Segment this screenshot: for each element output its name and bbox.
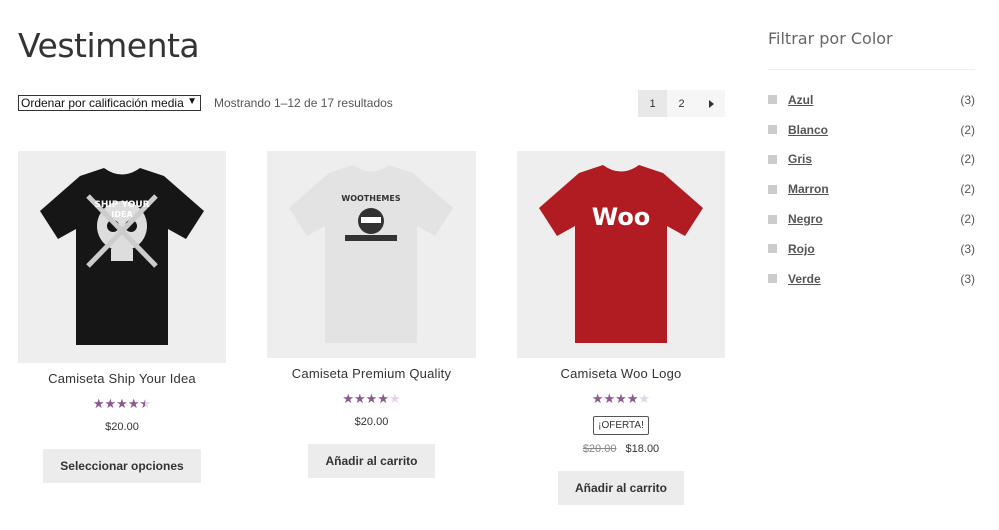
square-icon <box>768 95 777 105</box>
product-name[interactable]: Camiseta Premium Quality <box>267 366 476 381</box>
product-name[interactable]: Camiseta Woo Logo <box>517 366 725 381</box>
square-icon <box>768 244 777 254</box>
sale-badge: ¡OFERTA! <box>593 416 649 435</box>
star-rating: ★★★★★★★★★★ <box>342 391 401 406</box>
select-options-button[interactable]: Seleccionar opciones <box>43 449 201 483</box>
product-image[interactable]: Woo <box>517 151 725 358</box>
filter-label[interactable]: Negro <box>788 212 960 226</box>
svg-text:SHIP YOUR: SHIP YOUR <box>94 200 149 210</box>
square-icon <box>768 125 777 135</box>
svg-text:WOOTHEMES: WOOTHEMES <box>341 194 400 203</box>
product-price: $20.00 <box>105 421 139 433</box>
product-image[interactable]: WOOTHEMES <box>267 151 476 358</box>
filter-count: (2) <box>960 152 975 167</box>
add-to-cart-button[interactable]: Añadir al carrito <box>557 471 685 505</box>
filter-count: (3) <box>960 271 975 286</box>
sort-select-value: Ordenar por calificación media <box>21 96 184 110</box>
filter-label[interactable]: Blanco <box>788 123 960 137</box>
shirt-2-body <box>289 165 453 343</box>
sort-select[interactable]: Ordenar por calificación media ▼ <box>18 95 201 111</box>
square-icon <box>768 154 777 164</box>
filter-label[interactable]: Gris <box>788 152 960 166</box>
square-icon <box>768 214 777 224</box>
square-icon <box>768 274 777 284</box>
filter-count: (3) <box>960 92 975 107</box>
shirt-3-body <box>539 165 703 343</box>
svg-text:Woo: Woo <box>592 203 651 231</box>
chevron-right-icon <box>708 99 714 108</box>
filter-count: (2) <box>960 212 975 227</box>
filter-item-verde[interactable]: Verde (3) <box>768 269 975 299</box>
filter-label[interactable]: Azul <box>788 93 960 107</box>
product-price: $20.00 $18.00 <box>517 443 725 455</box>
product-image[interactable]: SHIP YOUR IDEA <box>18 151 226 363</box>
product-price: $20.00 <box>354 416 389 428</box>
caret-down-icon: ▼ <box>187 96 197 107</box>
filter-label[interactable]: Rojo <box>788 242 960 256</box>
product-card: WOOTHEMES Camiseta Premium Quality ★★★★★… <box>267 151 476 478</box>
sale-price: $18.00 <box>625 443 660 455</box>
filter-label[interactable]: Marron <box>788 182 960 196</box>
product-card: Woo Camiseta Woo Logo ★★★★★★★★★★ ¡OFERTA… <box>517 151 725 505</box>
filter-item-gris[interactable]: Gris (2) <box>768 150 975 180</box>
product-card: SHIP YOUR IDEA Camiseta Ship Your Idea ★… <box>18 151 226 483</box>
add-to-cart-button[interactable]: Añadir al carrito <box>308 444 435 478</box>
next-page-button[interactable] <box>696 90 725 117</box>
filter-label[interactable]: Verde <box>788 272 960 286</box>
product-name[interactable]: Camiseta Ship Your Idea <box>18 371 226 386</box>
filter-item-negro[interactable]: Negro (2) <box>768 209 975 239</box>
widget-divider <box>768 69 975 70</box>
star-rating: ★★★★★★★★★★ <box>92 396 152 411</box>
pagination: 1 2 <box>638 90 725 117</box>
svg-text:IDEA: IDEA <box>111 210 133 219</box>
filter-item-blanco[interactable]: Blanco (2) <box>768 120 975 150</box>
page-1-button[interactable]: 1 <box>638 90 667 117</box>
page-2-button[interactable]: 2 <box>667 90 696 117</box>
square-icon <box>768 184 777 194</box>
filter-item-azul[interactable]: Azul (3) <box>768 90 975 120</box>
filter-item-rojo[interactable]: Rojo (3) <box>768 239 975 269</box>
page-title: Vestimenta <box>18 26 200 65</box>
old-price: $20.00 <box>582 443 617 455</box>
widget-title: Filtrar por Color <box>768 29 893 48</box>
star-rating: ★★★★★★★★★★ <box>591 391 651 406</box>
filter-count: (3) <box>960 241 975 256</box>
result-count: Mostrando 1–12 de 17 resultados <box>214 96 393 110</box>
filter-count: (2) <box>960 182 975 197</box>
filter-count: (2) <box>960 122 975 137</box>
color-filter-list: Azul (3) Blanco (2) Gris (2) Marron (2) Negr… <box>768 90 975 299</box>
filter-item-marron[interactable]: Marron (2) <box>768 179 975 209</box>
